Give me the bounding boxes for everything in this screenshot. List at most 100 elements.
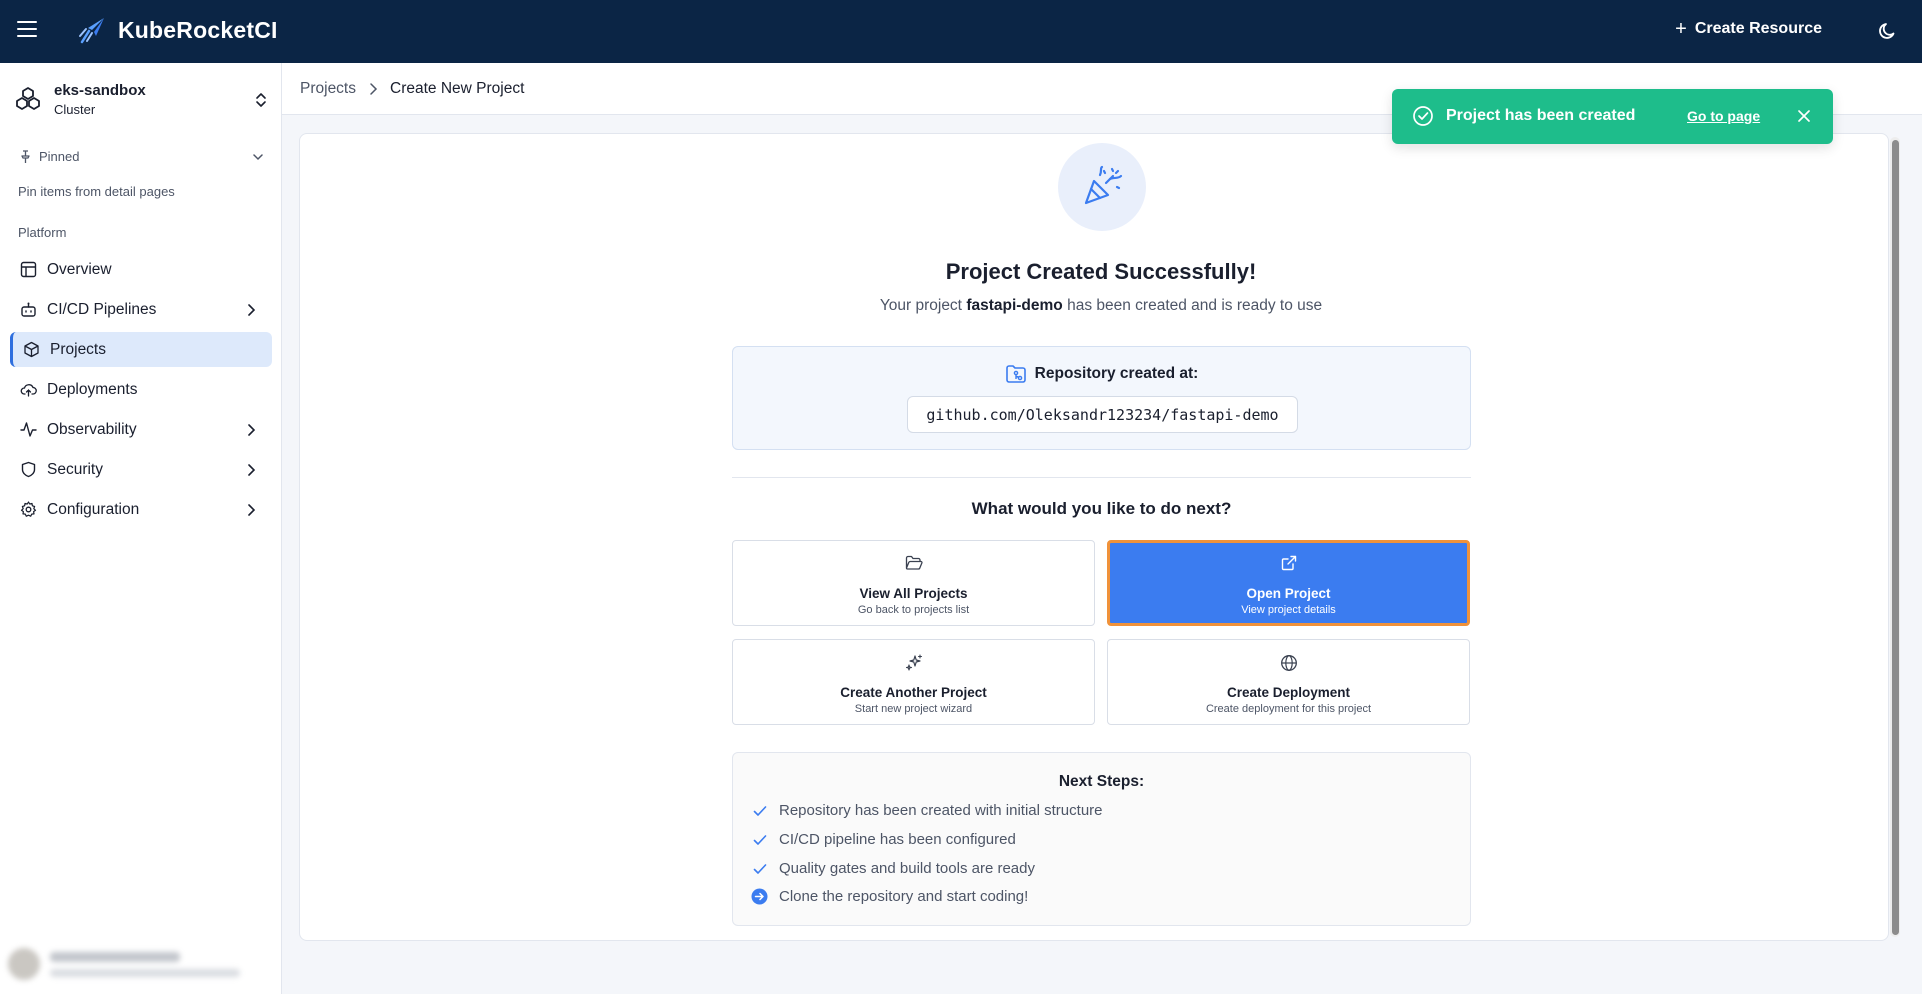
plus-icon: +	[1675, 18, 1687, 40]
action-subtitle: View project details	[1241, 604, 1336, 616]
user-menu[interactable]	[8, 940, 274, 988]
external-link-icon	[1281, 555, 1296, 571]
breadcrumb-current: Create New Project	[390, 79, 525, 97]
chevron-right-icon	[248, 424, 256, 436]
action-subtitle: Go back to projects list	[857, 604, 970, 616]
arrow-circle-right-icon	[751, 888, 768, 905]
list-item: CI/CD pipeline has been configured	[751, 831, 1016, 848]
party-popper-badge	[1058, 143, 1146, 231]
create-resource-button[interactable]: + Create Resource	[1675, 19, 1822, 39]
sidebar-item-label: Projects	[50, 340, 106, 358]
check-circle-icon	[1413, 106, 1433, 126]
check-icon	[753, 805, 766, 816]
project-name: fastapi-demo	[966, 297, 1063, 314]
create-resource-label: Create Resource	[1694, 20, 1822, 37]
sidebar-item-deployments[interactable]: Deployments	[10, 372, 272, 407]
sidebar-item-label: Deployments	[47, 380, 138, 398]
sidebar-item-label: Overview	[47, 260, 112, 278]
activity-icon	[20, 422, 37, 437]
pinned-section-toggle[interactable]: Pinned	[18, 149, 264, 164]
folder-open-icon	[905, 555, 923, 570]
pinned-label: Pinned	[39, 149, 80, 164]
menu-icon[interactable]	[17, 21, 37, 37]
brand[interactable]: KubeRocketCI	[78, 16, 278, 44]
action-title: Create Deployment	[1226, 685, 1351, 700]
box-icon	[24, 341, 39, 358]
app-title: KubeRocketCI	[118, 16, 278, 43]
sidebar: eks-sandbox Cluster Pinned Pin items fro…	[0, 63, 282, 994]
pinned-hint: Pin items from detail pages	[18, 184, 175, 199]
cluster-icon	[16, 87, 40, 110]
globe-icon	[1280, 655, 1297, 671]
chevron-right-icon	[248, 464, 256, 476]
breadcrumb-projects-link[interactable]: Projects	[300, 80, 356, 98]
step-text: Repository has been created with initial…	[779, 802, 1103, 819]
shield-icon	[21, 461, 36, 478]
user-info	[50, 951, 240, 977]
step-text: Clone the repository and start coding!	[779, 888, 1029, 905]
sidebar-nav: Overview CI/CD Pipelines Projects Deploy…	[10, 252, 272, 532]
success-subtitle: Your project fastapi-demo has been creat…	[760, 297, 1442, 315]
close-icon[interactable]	[1797, 109, 1811, 123]
next-steps-box: Next Steps: Repository has been created …	[732, 752, 1471, 926]
cloud-upload-icon	[20, 384, 37, 397]
action-subtitle: Start new project wizard	[854, 703, 973, 715]
open-project-button[interactable]: Open Project View project details	[1107, 540, 1470, 626]
action-title: View All Projects	[859, 586, 968, 601]
repository-label-row: Repository created at:	[733, 364, 1470, 384]
chevron-right-icon	[368, 82, 378, 96]
bot-icon	[21, 302, 36, 317]
sparkles-icon	[905, 654, 922, 671]
platform-section-label: Platform	[18, 225, 67, 240]
sidebar-item-label: CI/CD Pipelines	[47, 300, 157, 318]
sidebar-item-label: Security	[47, 460, 103, 478]
subtitle-prefix: Your project	[879, 297, 967, 314]
gear-icon	[20, 501, 37, 517]
list-item: Quality gates and build tools are ready	[751, 860, 1035, 877]
rocket-icon	[79, 18, 104, 44]
sidebar-item-overview[interactable]: Overview	[10, 252, 272, 287]
layout-icon	[20, 261, 37, 278]
folder-git-icon	[1005, 365, 1026, 383]
success-toast: Project has been created Go to page	[1392, 89, 1833, 144]
sidebar-item-security[interactable]: Security	[10, 452, 272, 487]
step-text: CI/CD pipeline has been configured	[779, 831, 1016, 848]
divider	[732, 477, 1471, 478]
top-bar: KubeRocketCI + Create Resource	[0, 0, 1922, 63]
sidebar-item-label: Observability	[47, 420, 137, 438]
view-all-projects-button[interactable]: View All Projects Go back to projects li…	[732, 540, 1095, 626]
check-icon	[753, 834, 766, 845]
toast-go-to-page-link[interactable]: Go to page	[1687, 108, 1760, 124]
repository-url-field[interactable]: github.com/Oleksandr123234/fastapi-demo	[907, 396, 1298, 433]
success-title: Project Created Successfully!	[945, 259, 1257, 284]
sidebar-item-observability[interactable]: Observability	[10, 412, 272, 447]
cluster-type: Cluster	[54, 101, 96, 117]
cluster-selector[interactable]: eks-sandbox Cluster	[14, 79, 272, 119]
sidebar-item-cicd-pipelines[interactable]: CI/CD Pipelines	[10, 292, 272, 327]
sidebar-item-projects[interactable]: Projects	[10, 332, 272, 367]
list-item: Clone the repository and start coding!	[751, 888, 1028, 905]
chevron-down-icon	[253, 154, 263, 161]
next-actions-heading: What would you like to do next?	[971, 499, 1232, 518]
chevron-right-icon	[248, 304, 256, 316]
repository-info-box: Repository created at: github.com/Oleksa…	[732, 346, 1471, 450]
avatar	[8, 948, 40, 980]
moon-icon[interactable]	[1878, 21, 1898, 41]
toast-message: Project has been created	[1446, 107, 1636, 124]
sidebar-item-configuration[interactable]: Configuration	[10, 492, 272, 527]
list-item: Repository has been created with initial…	[751, 802, 1103, 819]
repository-label: Repository created at:	[1034, 365, 1199, 382]
chevron-up-down-icon	[256, 93, 266, 107]
action-title: Create Another Project	[840, 685, 987, 700]
create-deployment-button[interactable]: Create Deployment Create deployment for …	[1107, 639, 1470, 725]
subtitle-suffix: has been created and is ready to use	[1062, 297, 1323, 314]
check-icon	[753, 863, 766, 874]
sidebar-item-label: Configuration	[47, 500, 140, 518]
create-another-project-button[interactable]: Create Another Project Start new project…	[732, 639, 1095, 725]
pin-icon	[21, 149, 30, 163]
scrollbar-thumb[interactable]	[1892, 140, 1899, 935]
party-popper-icon	[1084, 165, 1123, 205]
step-text: Quality gates and build tools are ready	[779, 860, 1035, 877]
chevron-right-icon	[248, 504, 256, 516]
action-subtitle: Create deployment for this project	[1205, 703, 1372, 715]
